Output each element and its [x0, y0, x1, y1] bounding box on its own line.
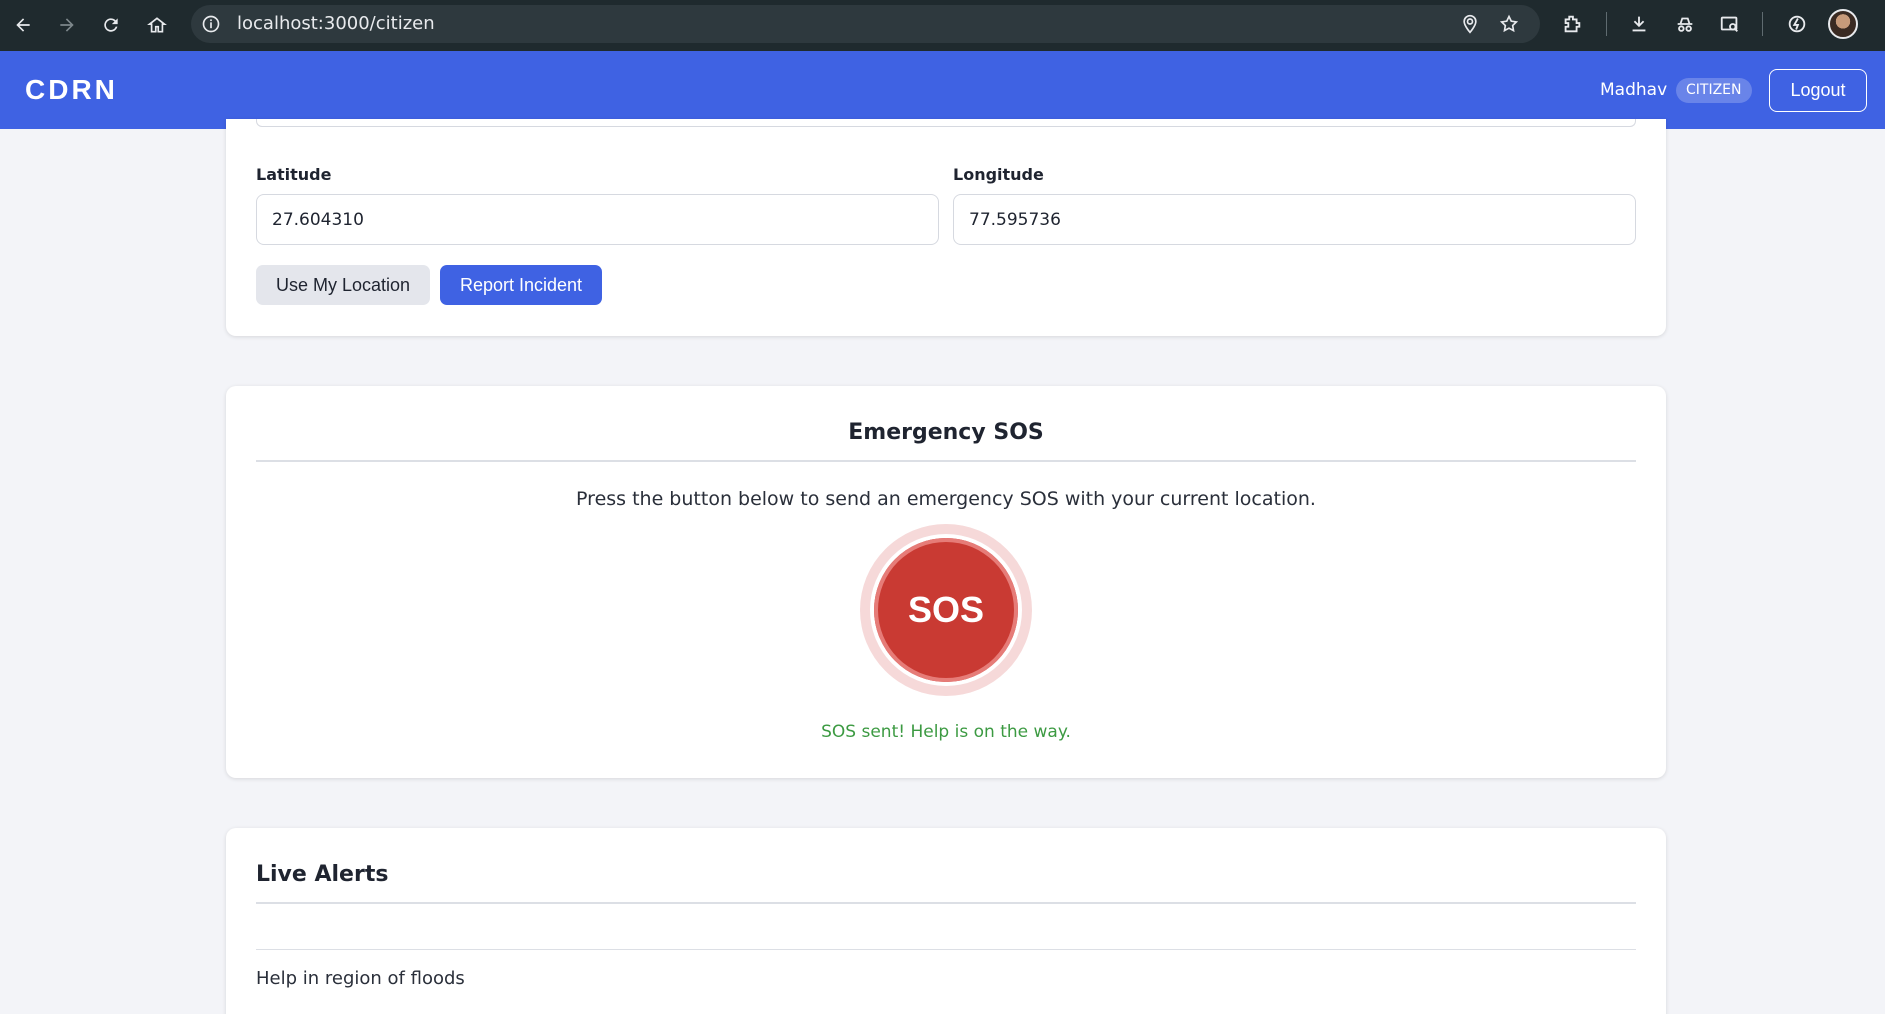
- latitude-input[interactable]: [256, 194, 939, 245]
- description-field-edge[interactable]: [256, 119, 1636, 127]
- address-bar[interactable]: localhost:3000/citizen: [191, 5, 1540, 43]
- back-icon[interactable]: [8, 10, 38, 40]
- reload-icon[interactable]: [96, 10, 126, 40]
- alerts-title: Live Alerts: [256, 862, 389, 887]
- use-my-location-button[interactable]: Use My Location: [256, 265, 430, 305]
- extensions-icon[interactable]: [1559, 11, 1585, 37]
- home-icon[interactable]: [142, 10, 172, 40]
- divider: [256, 460, 1636, 462]
- info-icon[interactable]: [201, 14, 221, 34]
- sos-description: Press the button below to send an emerge…: [576, 488, 1316, 510]
- location-icon[interactable]: [1460, 14, 1480, 34]
- forward-icon[interactable]: [52, 10, 82, 40]
- toolbar-divider: [1762, 12, 1763, 36]
- logout-button[interactable]: Logout: [1769, 69, 1867, 112]
- sos-title: Emergency SOS: [848, 420, 1044, 445]
- role-badge: CITIZEN: [1676, 78, 1752, 103]
- brand-logo[interactable]: CDRN: [25, 51, 118, 129]
- sos-status-message: SOS sent! Help is on the way.: [821, 722, 1071, 742]
- emergency-sos-card: Emergency SOS Press the button below to …: [226, 386, 1666, 778]
- longitude-label: Longitude: [953, 165, 1044, 184]
- incident-form-card: Latitude Longitude Use My Location Repor…: [226, 119, 1666, 336]
- divider: [256, 902, 1636, 904]
- latitude-label: Latitude: [256, 165, 332, 184]
- browser-toolbar: localhost:3000/citizen: [0, 0, 1885, 51]
- toolbar-divider: [1606, 12, 1607, 36]
- performance-icon[interactable]: [1784, 11, 1810, 37]
- report-incident-button[interactable]: Report Incident: [440, 265, 602, 305]
- alert-item: Help in region of floods: [256, 968, 465, 989]
- app-header: CDRN Madhav CITIZEN Logout: [0, 51, 1885, 129]
- search-tab-icon[interactable]: [1717, 11, 1743, 37]
- download-icon[interactable]: [1626, 11, 1652, 37]
- profile-avatar[interactable]: [1828, 9, 1858, 39]
- divider: [256, 949, 1636, 950]
- star-icon[interactable]: [1499, 14, 1519, 34]
- longitude-input[interactable]: [953, 194, 1636, 245]
- url-text[interactable]: localhost:3000/citizen: [237, 5, 435, 43]
- sos-button[interactable]: SOS: [874, 538, 1018, 682]
- live-alerts-card: Live Alerts Help in region of floods: [226, 828, 1666, 1014]
- username: Madhav: [1600, 80, 1668, 100]
- incognito-icon[interactable]: [1672, 11, 1698, 37]
